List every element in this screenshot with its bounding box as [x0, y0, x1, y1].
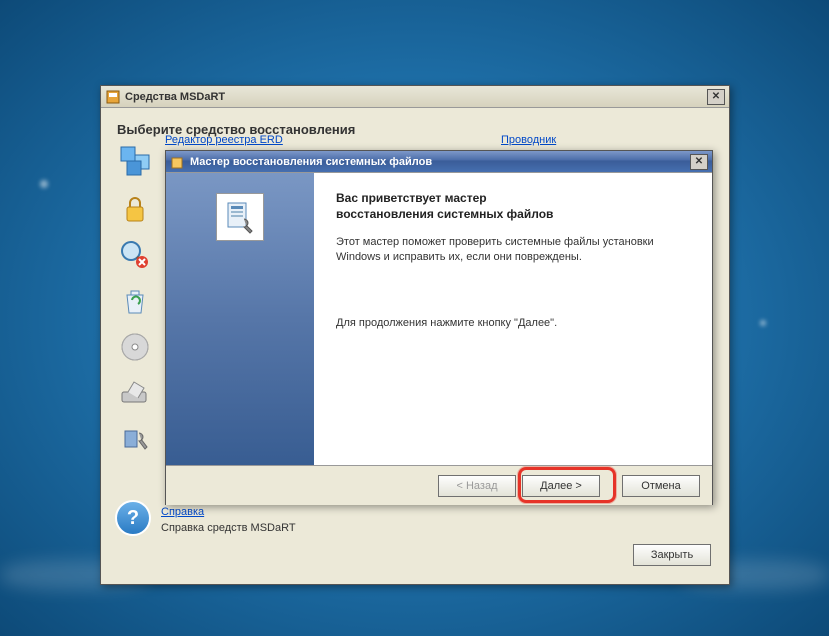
wizard-titlebar[interactable]: Мастер восстановления системных файлов ✕ [166, 151, 712, 173]
msdart-titlebar[interactable]: Средства MSDaRT ✕ [101, 86, 729, 108]
close-icon[interactable]: ✕ [690, 154, 708, 170]
close-icon[interactable]: ✕ [707, 89, 725, 105]
wizard-heading-line1: Вас приветствует мастер [336, 191, 690, 205]
wizard-icon [216, 193, 264, 241]
link-explorer[interactable]: Проводник [501, 134, 556, 146]
search-remove-icon[interactable] [115, 235, 155, 275]
wizard-continue-hint: Для продолжения нажмите кнопку "Далее". [336, 316, 690, 331]
help-icon[interactable]: ? [115, 500, 151, 536]
wizard-button-bar: < Назад Далее > Отмена [166, 465, 712, 505]
link-registry-editor[interactable]: Редактор реестра ERD [165, 134, 283, 146]
tools-icon[interactable] [115, 419, 155, 459]
cancel-button[interactable]: Отмена [622, 475, 700, 497]
wizard-window: Мастер восстановления системных файлов ✕… [165, 150, 713, 505]
wizard-title: Мастер восстановления системных файлов [190, 156, 690, 168]
wizard-banner [166, 173, 314, 465]
next-button[interactable]: Далее > [522, 475, 600, 497]
back-button: < Назад [438, 475, 516, 497]
help-section: Справка Справка средств MSDaRT [161, 506, 296, 534]
lock-icon[interactable] [115, 189, 155, 229]
help-description: Справка средств MSDaRT [161, 522, 296, 534]
wipe-icon[interactable] [115, 373, 155, 413]
msdart-title: Средства MSDaRT [125, 91, 707, 103]
disk-icon[interactable] [115, 327, 155, 367]
registry-icon[interactable] [115, 139, 155, 179]
wizard-description: Этот мастер поможет проверить системные … [336, 235, 690, 266]
close-button[interactable]: Закрыть [633, 544, 711, 566]
wizard-app-icon [170, 154, 186, 170]
msdart-app-icon [105, 89, 121, 105]
link-help[interactable]: Справка [161, 506, 296, 518]
tool-sidebar [115, 231, 163, 465]
recycle-icon[interactable] [115, 281, 155, 321]
wizard-content: Вас приветствует мастер восстановления с… [314, 173, 712, 465]
wizard-heading-line2: восстановления системных файлов [336, 207, 690, 221]
